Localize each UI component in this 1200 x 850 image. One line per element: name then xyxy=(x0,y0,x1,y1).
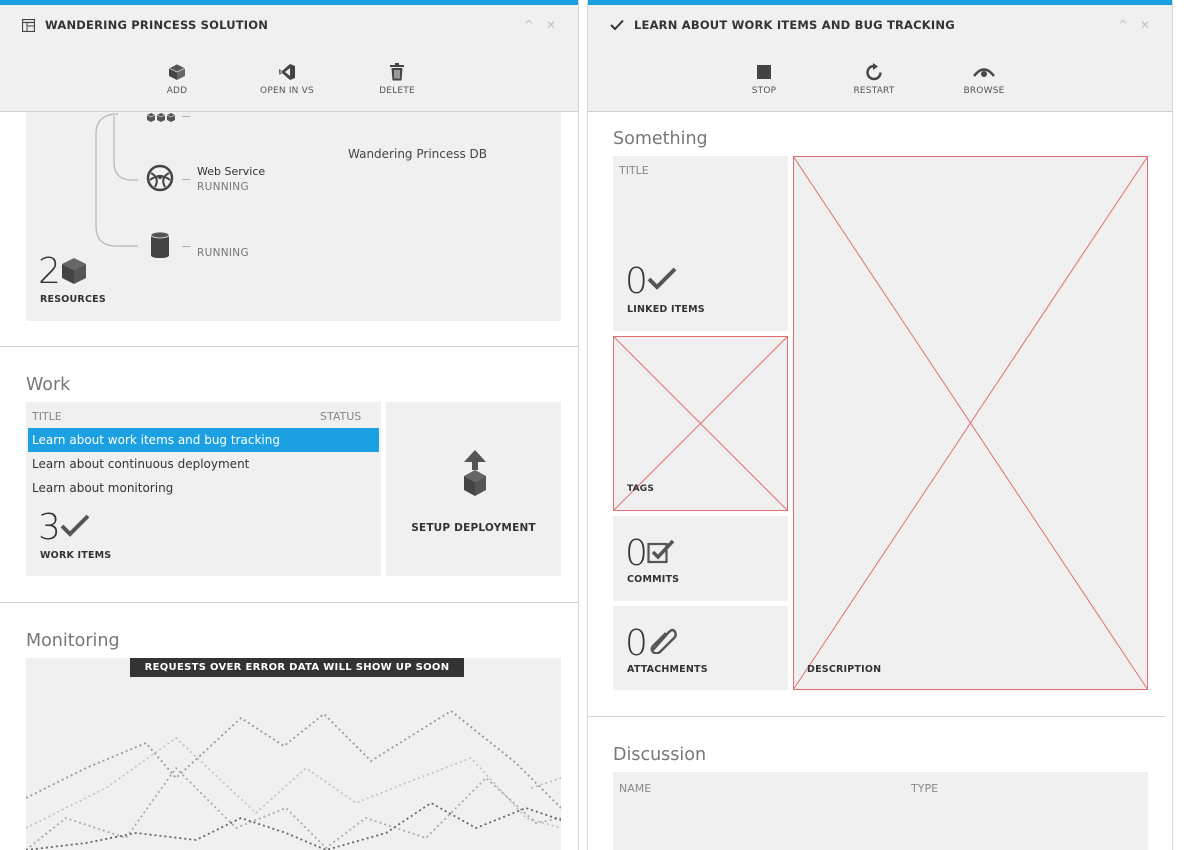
minimize-icon[interactable]: ^ xyxy=(524,18,534,32)
web-service-icon xyxy=(146,164,174,192)
blade-title: LEARN ABOUT WORK ITEMS AND BUG TRACKING xyxy=(610,18,955,32)
blade-title-text: WANDERING PRINCESS SOLUTION xyxy=(45,18,269,32)
web-service-name[interactable]: Web Service xyxy=(197,165,265,178)
solution-icon xyxy=(22,18,35,32)
monitoring-banner: REQUESTS OVER ERROR DATA WILL SHOW UP SO… xyxy=(130,658,464,677)
deploy-icon xyxy=(464,450,486,496)
resources-tile[interactable]: Web Service RUNNING RUNNING Wandering Pr… xyxy=(26,112,561,321)
browse-label: BROWSE xyxy=(963,86,1005,96)
description-label: DESCRIPTION xyxy=(807,664,882,675)
work-item-row[interactable]: Learn about monitoring xyxy=(28,476,379,500)
attachments-label: ATTACHMENTS xyxy=(627,664,708,675)
minimize-icon[interactable]: ^ xyxy=(1118,18,1128,32)
open-in-vs-label: OPEN IN VS xyxy=(260,86,314,96)
checkmark-icon xyxy=(60,514,90,537)
discussion-col-type: TYPE xyxy=(911,782,939,795)
linked-items-label: LINKED ITEMS xyxy=(627,304,705,315)
section-divider xyxy=(0,346,578,347)
close-icon[interactable]: ✕ xyxy=(1140,18,1150,32)
resources-label: RESOURCES xyxy=(40,294,106,305)
linked-items-count: 0 xyxy=(625,261,648,302)
delete-button[interactable]: DELETE xyxy=(357,63,437,96)
stop-icon xyxy=(757,65,771,79)
database-icon xyxy=(150,231,170,258)
work-items-count: 3 xyxy=(38,507,61,548)
blade-header: LEARN ABOUT WORK ITEMS AND BUG TRACKING … xyxy=(588,5,1172,112)
work-col-title: TITLE xyxy=(32,410,62,423)
linked-items-tile[interactable]: TITLE 0 LINKED ITEMS xyxy=(613,156,788,331)
monitoring-chart-tile[interactable]: REQUESTS OVER ERROR DATA WILL SHOW UP SO… xyxy=(26,658,561,850)
description-tile[interactable]: DESCRIPTION xyxy=(793,156,1148,690)
paperclip-icon xyxy=(650,628,677,654)
resource-tree-lines xyxy=(95,113,138,247)
close-icon[interactable]: ✕ xyxy=(546,18,556,32)
work-col-status: STATUS xyxy=(320,410,362,423)
eye-icon xyxy=(973,68,995,77)
open-in-vs-button[interactable]: OPEN IN VS xyxy=(247,63,327,96)
blade-title: WANDERING PRINCESS SOLUTION xyxy=(22,18,268,32)
placeholder-x xyxy=(793,156,1148,690)
tags-tile[interactable]: TAGS xyxy=(613,336,788,511)
work-item-row[interactable]: Learn about continuous deployment xyxy=(28,452,379,476)
section-divider xyxy=(0,602,578,603)
cube-icon xyxy=(168,63,186,80)
work-items-label: WORK ITEMS xyxy=(40,550,112,561)
section-divider xyxy=(588,716,1165,717)
visual-studio-icon xyxy=(279,64,295,80)
tags-label: TAGS xyxy=(627,484,655,494)
restart-button[interactable]: RESTART xyxy=(834,63,914,96)
work-section-title: Work xyxy=(26,375,71,395)
tree-dash xyxy=(182,246,190,247)
cube-icon xyxy=(62,258,86,284)
placeholder-chart xyxy=(26,709,561,850)
window-controls: ^ ✕ xyxy=(524,18,556,32)
attachments-count: 0 xyxy=(625,623,648,664)
cubes-icon xyxy=(146,113,176,122)
commits-count: 0 xyxy=(625,533,648,574)
attachments-tile[interactable]: 0 ATTACHMENTS xyxy=(613,606,788,690)
tree-dash xyxy=(182,116,190,117)
discussion-col-name: NAME xyxy=(619,782,652,795)
tree-dash xyxy=(182,179,190,180)
commits-label: COMMITS xyxy=(627,574,680,585)
solution-blade: WANDERING PRINCESS SOLUTION ^ ✕ ADD OPEN xyxy=(0,0,579,850)
web-service-status: RUNNING xyxy=(197,181,249,193)
add-label: ADD xyxy=(166,86,188,96)
setup-deployment-tile[interactable]: SETUP DEPLOYMENT xyxy=(386,402,561,576)
discussion-section-title: Discussion xyxy=(613,745,707,765)
trash-icon xyxy=(390,63,404,81)
add-button[interactable]: ADD xyxy=(137,63,217,96)
blade-header: WANDERING PRINCESS SOLUTION ^ ✕ ADD OPEN xyxy=(0,5,578,112)
work-item-row[interactable]: Learn about work items and bug tracking xyxy=(28,428,379,452)
window-controls: ^ ✕ xyxy=(1118,18,1150,32)
work-item-blade: LEARN ABOUT WORK ITEMS AND BUG TRACKING … xyxy=(587,0,1173,850)
delete-label: DELETE xyxy=(379,86,415,96)
commits-tile[interactable]: 0 COMMITS xyxy=(613,516,788,601)
restart-icon xyxy=(866,63,882,81)
title-label: TITLE xyxy=(619,164,649,177)
setup-deployment-label: SETUP DEPLOYMENT xyxy=(411,522,536,534)
browse-button[interactable]: BROWSE xyxy=(944,63,1024,96)
stop-label: STOP xyxy=(751,86,777,96)
work-items-tile: TITLE STATUS Learn about work items and … xyxy=(26,402,381,576)
db-status: RUNNING xyxy=(197,247,249,259)
discussion-tile[interactable]: NAME TYPE xyxy=(613,772,1148,850)
restart-label: RESTART xyxy=(853,86,895,96)
checkbox-icon xyxy=(647,539,675,564)
db-name[interactable]: Wandering Princess DB xyxy=(348,147,487,161)
checkmark-icon xyxy=(610,19,624,31)
monitoring-section-title: Monitoring xyxy=(26,631,120,651)
command-bar: ADD OPEN IN VS DELETE xyxy=(0,63,578,103)
stop-button[interactable]: STOP xyxy=(724,63,804,96)
resources-count: 2 xyxy=(38,251,61,292)
something-section-title: Something xyxy=(613,129,708,149)
checkmark-icon xyxy=(647,267,677,290)
blade-title-text: LEARN ABOUT WORK ITEMS AND BUG TRACKING xyxy=(634,18,955,32)
command-bar: STOP RESTART BROWSE xyxy=(588,63,1172,103)
